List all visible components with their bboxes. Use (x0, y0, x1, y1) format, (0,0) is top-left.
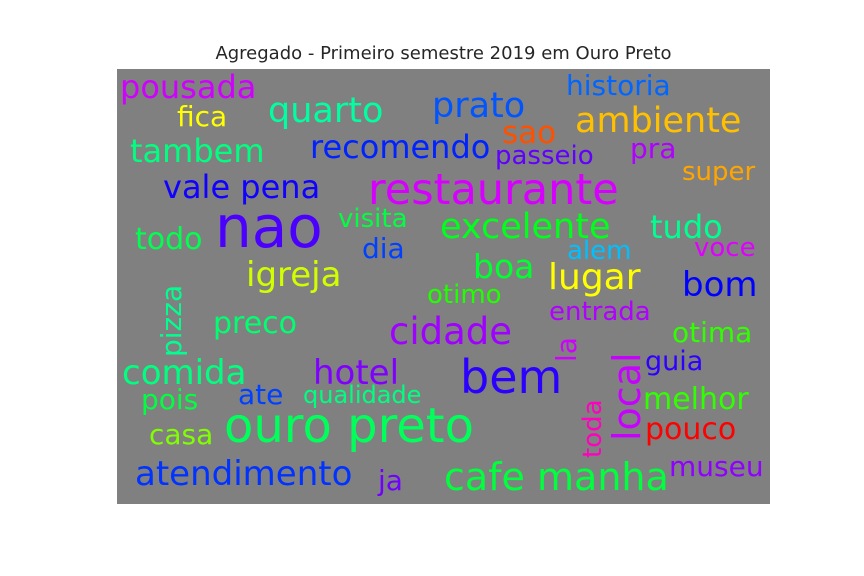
word-cloud: naoouro pretorestaurantebemcafe manhaloc… (117, 68, 770, 504)
word-preco: preco (213, 306, 297, 341)
word-quarto: quarto (268, 91, 383, 131)
word-otima: otima (672, 316, 752, 349)
word-pizza: pizza (155, 285, 188, 357)
word-otimo: otimo (427, 280, 502, 310)
word-casa: casa (149, 418, 213, 451)
word-bom: bom (682, 265, 758, 305)
word-passeio: passeio (495, 141, 594, 171)
word-entrada: entrada (549, 297, 651, 327)
word-cidade: cidade (389, 310, 512, 353)
word-la: la (550, 337, 583, 362)
word-recomendo: recomendo (310, 128, 490, 166)
word-museu: museu (669, 450, 764, 483)
word-bem: bem (460, 350, 562, 404)
word-ate: ate (238, 378, 283, 411)
word-toda: toda (578, 399, 608, 458)
word-pois: pois (141, 383, 198, 416)
word-cafe-manha: cafe manha (444, 455, 669, 499)
word-ja: ja (377, 464, 403, 497)
word-pouco: pouco (645, 412, 736, 447)
word-fica: fica (177, 100, 227, 133)
word-guia: guia (645, 346, 703, 377)
word-pra: pra (630, 132, 676, 165)
word-qualidade: qualidade (303, 381, 421, 409)
word-vale-pena: vale pena (163, 168, 320, 206)
word-voce: voce (694, 233, 756, 263)
word-alem: alem (567, 236, 631, 266)
word-super: super (682, 157, 756, 187)
word-visita: visita (338, 204, 408, 234)
word-dia: dia (362, 232, 405, 265)
word-todo: todo (135, 222, 203, 257)
word-atendimento: atendimento (135, 454, 352, 494)
word-tambem: tambem (130, 132, 265, 170)
word-igreja: igreja (246, 255, 341, 295)
word-historia: historia (566, 69, 671, 102)
